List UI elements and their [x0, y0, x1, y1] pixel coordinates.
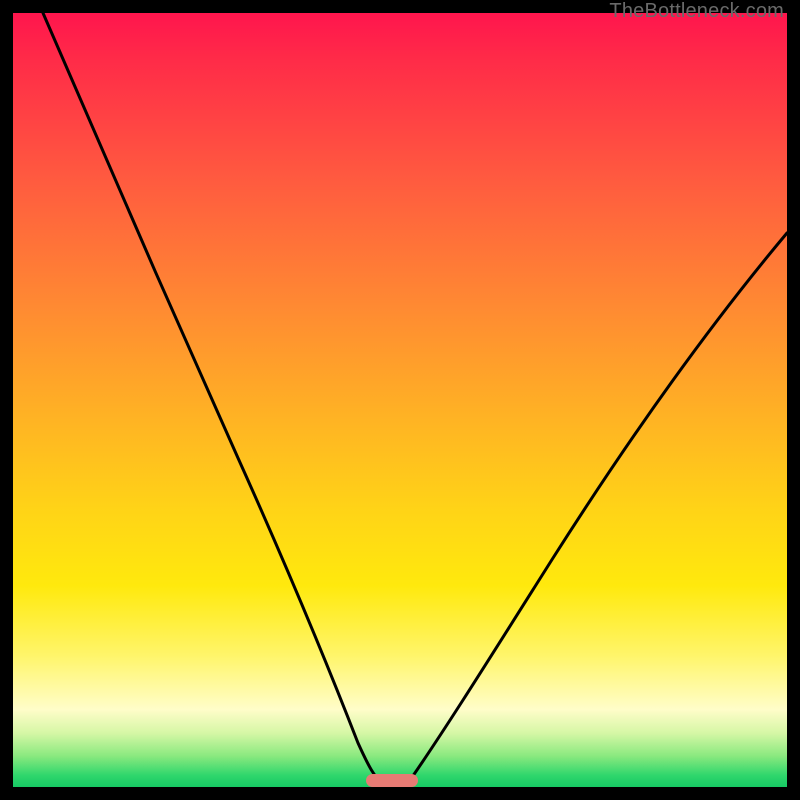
optimal-range-marker	[366, 774, 418, 787]
bottleneck-curve	[13, 13, 787, 787]
chart-frame	[13, 13, 787, 787]
curve-left-branch	[43, 13, 383, 783]
watermark-text: TheBottleneck.com	[609, 0, 784, 23]
curve-right-branch	[408, 233, 787, 783]
